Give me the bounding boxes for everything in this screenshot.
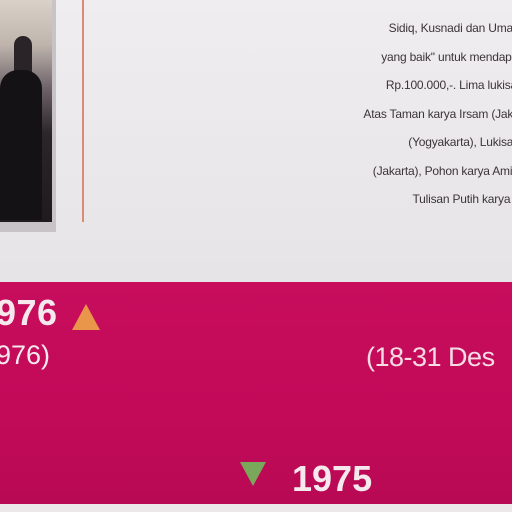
- current-year-parenthetical: 976): [0, 340, 51, 370]
- triangle-down-icon: [240, 462, 266, 486]
- body-line: (Yogyakarta), Lukisan Wa: [408, 135, 512, 149]
- body-line: (Jakarta), Pohon karya Aming Pr: [372, 163, 512, 178]
- photo-frame: [0, 0, 56, 232]
- body-line: Sidiq, Kusnadi dan Umar Kay: [388, 21, 512, 35]
- text-section: Sidiq, Kusnadi dan Umar Kay yang baik" u…: [0, 0, 512, 282]
- body-paragraph: Sidiq, Kusnadi dan Umar Kay yang baik" u…: [250, 14, 512, 214]
- photo-person-front: [0, 70, 42, 220]
- triangle-up-icon: [72, 304, 100, 330]
- body-line: yang baik" untuk mendapatkan: [381, 49, 512, 64]
- exhibition-photo: [0, 0, 52, 222]
- page-bottom-edge: [0, 504, 512, 512]
- current-year-heading: 976: [0, 292, 58, 333]
- exhibition-date-range: (18-31 Des: [366, 342, 495, 372]
- body-line: Tulisan Putih karya Abdu: [412, 192, 512, 206]
- next-year-heading: 1975: [292, 458, 373, 499]
- body-line: Atas Taman karya Irsam (Jakarta),: [363, 106, 512, 121]
- divider-line: [82, 0, 84, 222]
- body-line: Rp.100.000,-. Lima lukisan ter: [385, 78, 512, 92]
- catalog-page: Sidiq, Kusnadi dan Umar Kay yang baik" u…: [0, 0, 512, 512]
